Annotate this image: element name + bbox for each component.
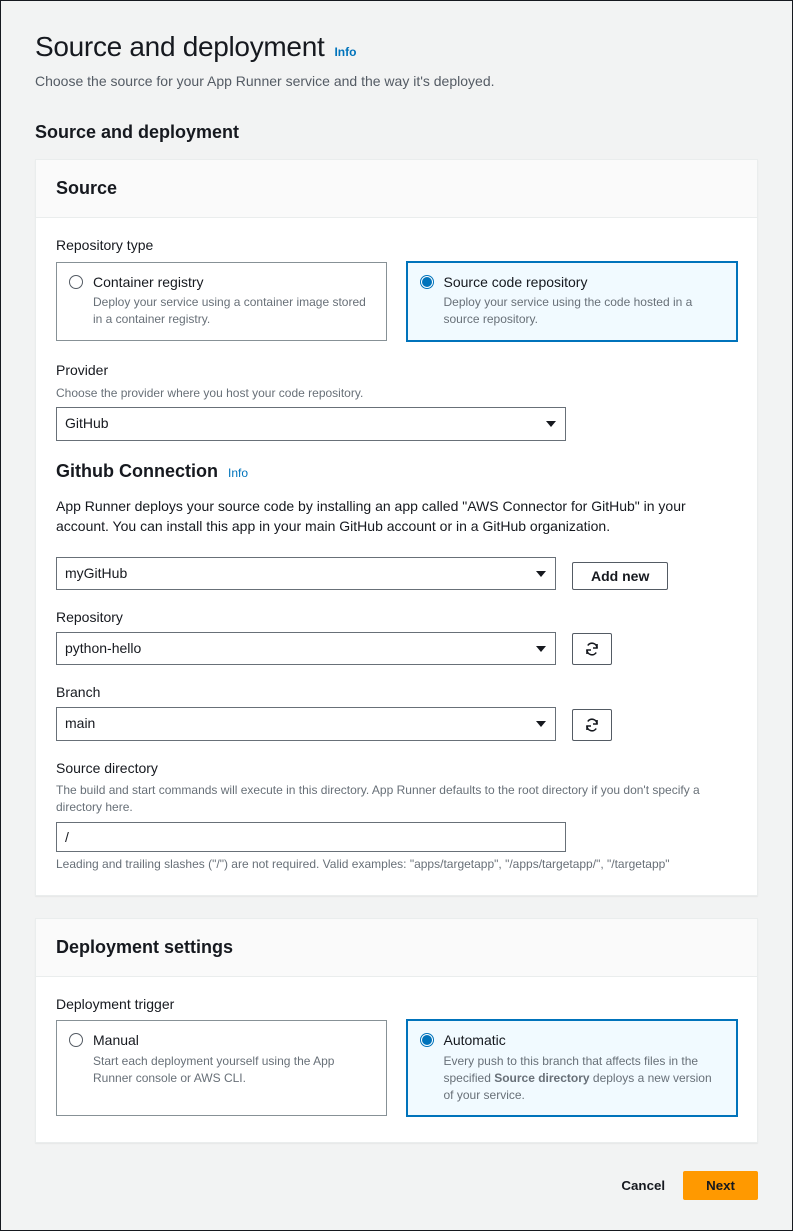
add-new-button[interactable]: Add new — [572, 562, 668, 590]
repo-type-code-option[interactable]: Source code repository Deploy your servi… — [407, 262, 738, 341]
repository-select[interactable]: python-hello — [56, 632, 556, 666]
source-dir-help: The build and start commands will execut… — [56, 782, 737, 816]
repo-type-code-title: Source code repository — [444, 273, 725, 293]
page-container: Source and deployment Info Choose the so… — [0, 0, 793, 1231]
repository-row: python-hello — [56, 632, 737, 666]
github-connection-heading: Github Connection — [56, 459, 218, 484]
section-heading: Source and deployment — [35, 120, 758, 145]
repo-type-code-desc: Deploy your service using the code hoste… — [444, 294, 725, 328]
connection-row: myGitHub Add new — [56, 557, 737, 591]
provider-value: GitHub — [56, 407, 566, 441]
refresh-icon — [584, 641, 600, 657]
page-title: Source and deployment — [35, 27, 324, 66]
deployment-panel-body: Deployment trigger Manual Start each dep… — [36, 977, 757, 1143]
provider-select[interactable]: GitHub — [56, 407, 566, 441]
source-dir-label: Source directory — [56, 759, 737, 779]
branch-select[interactable]: main — [56, 707, 556, 741]
trigger-automatic-title: Automatic — [444, 1031, 725, 1051]
source-dir-hint: Leading and trailing slashes ("/") are n… — [56, 856, 737, 873]
deployment-trigger-options: Manual Start each deployment yourself us… — [56, 1020, 737, 1116]
radio-icon — [420, 1033, 434, 1047]
repo-type-container-title: Container registry — [93, 273, 374, 293]
repo-type-label: Repository type — [56, 236, 737, 256]
radio-icon — [69, 275, 83, 289]
repository-label: Repository — [56, 608, 737, 628]
repo-type-container-option[interactable]: Container registry Deploy your service u… — [56, 262, 387, 341]
branch-value: main — [56, 707, 556, 741]
repo-type-container-desc: Deploy your service using a container im… — [93, 294, 374, 328]
cancel-button[interactable]: Cancel — [617, 1171, 669, 1200]
trigger-automatic-desc: Every push to this branch that affects f… — [444, 1053, 725, 1103]
footer-buttons: Cancel Next — [35, 1171, 758, 1200]
repository-value: python-hello — [56, 632, 556, 666]
trigger-automatic-option[interactable]: Automatic Every push to this branch that… — [407, 1020, 738, 1116]
radio-icon — [69, 1033, 83, 1047]
connection-select[interactable]: myGitHub — [56, 557, 556, 591]
deployment-panel-header: Deployment settings — [36, 919, 757, 977]
page-info-link[interactable]: Info — [334, 44, 356, 61]
deployment-panel: Deployment settings Deployment trigger M… — [35, 918, 758, 1144]
page-title-row: Source and deployment Info — [35, 27, 758, 66]
page-description: Choose the source for your App Runner se… — [35, 72, 758, 92]
next-button[interactable]: Next — [683, 1171, 758, 1200]
auto-desc-strong: Source directory — [494, 1071, 589, 1085]
provider-help: Choose the provider where you host your … — [56, 385, 737, 402]
trigger-manual-title: Manual — [93, 1031, 374, 1051]
source-panel-header: Source — [36, 160, 757, 218]
source-panel-body: Repository type Container registry Deplo… — [36, 218, 757, 895]
refresh-repository-button[interactable] — [572, 633, 612, 665]
trigger-manual-desc: Start each deployment yourself using the… — [93, 1053, 374, 1087]
github-connection-heading-row: Github Connection Info — [56, 459, 737, 484]
source-panel: Source Repository type Container registr… — [35, 159, 758, 896]
radio-icon — [420, 275, 434, 289]
github-connection-desc: App Runner deploys your source code by i… — [56, 496, 737, 537]
branch-label: Branch — [56, 683, 737, 703]
deployment-trigger-label: Deployment trigger — [56, 995, 737, 1015]
refresh-icon — [584, 717, 600, 733]
branch-row: main — [56, 707, 737, 741]
refresh-branch-button[interactable] — [572, 709, 612, 741]
trigger-manual-option[interactable]: Manual Start each deployment yourself us… — [56, 1020, 387, 1116]
provider-label: Provider — [56, 361, 737, 381]
repo-type-options: Container registry Deploy your service u… — [56, 262, 737, 341]
source-dir-input[interactable] — [56, 822, 566, 852]
connection-value: myGitHub — [56, 557, 556, 591]
github-connection-info-link[interactable]: Info — [228, 465, 248, 482]
